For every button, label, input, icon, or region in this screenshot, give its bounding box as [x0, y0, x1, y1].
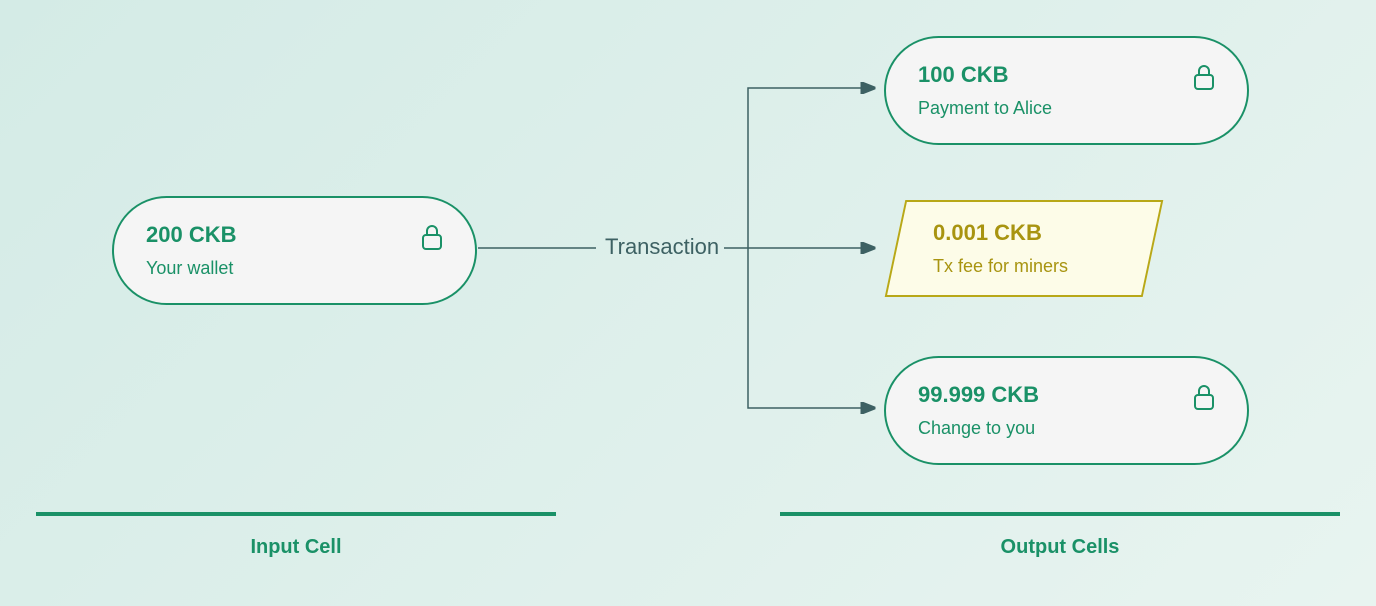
input-section-label: Input Cell [36, 536, 556, 559]
input-divider [36, 512, 556, 516]
output-section-label: Output Cells [780, 536, 1340, 559]
diagram-canvas: 200 CKB Your wallet 100 CKB Payment to A… [0, 0, 1376, 606]
output-divider [780, 512, 1340, 516]
